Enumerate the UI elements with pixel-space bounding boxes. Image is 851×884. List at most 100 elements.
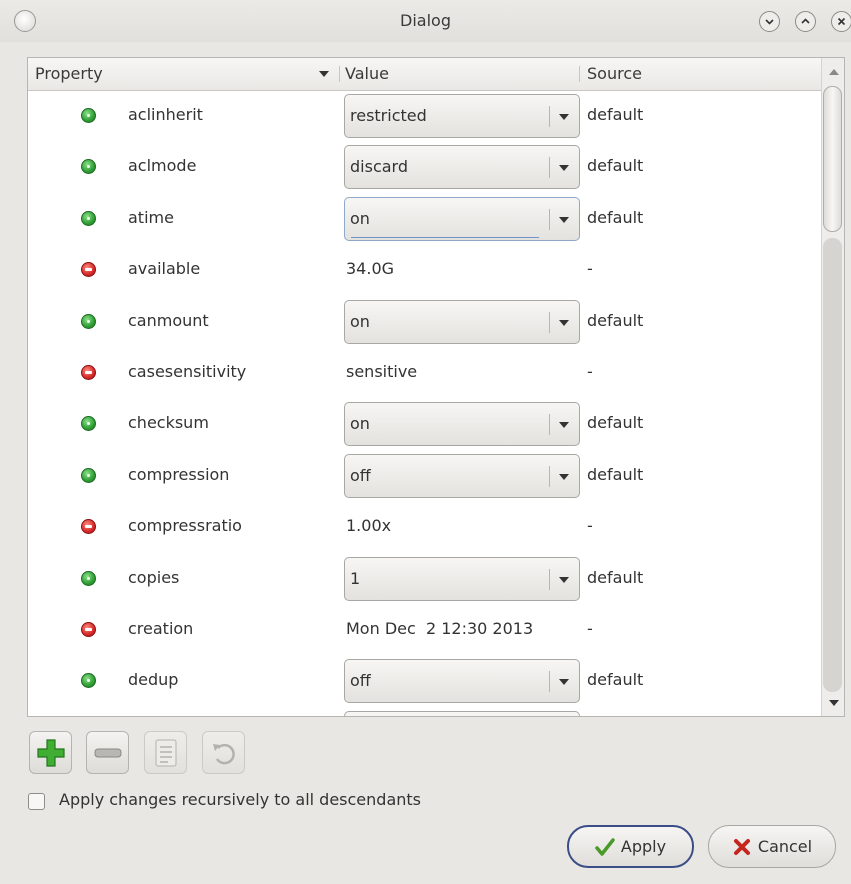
- property-name: casesensitivity: [128, 362, 247, 381]
- table-body: aclinherit restricted default aclmode discar…: [28, 90, 821, 716]
- dropdown-value: on: [350, 414, 370, 434]
- property-value-dropdown[interactable]: restricted: [344, 94, 580, 138]
- cancel-x-icon: [733, 838, 750, 855]
- checkmark-icon: [595, 837, 615, 856]
- property-source: default: [587, 413, 644, 433]
- property-name: compressratio: [128, 516, 242, 536]
- table-row[interactable]: canmount on default: [28, 296, 821, 347]
- editable-status-icon: [81, 467, 96, 483]
- column-header-value[interactable]: Value: [345, 64, 389, 83]
- dropdown-arrow-icon: [559, 576, 569, 583]
- property-value-dropdown[interactable]: 1: [344, 556, 580, 601]
- table-header: Property Value Source: [28, 58, 821, 91]
- window-title: Dialog: [400, 11, 451, 30]
- properties-table: Property Value Source aclinherit restrict…: [27, 57, 845, 717]
- property-source: default: [587, 310, 644, 330]
- readonly-status-icon: [81, 622, 96, 637]
- readonly-status-icon: [81, 519, 96, 535]
- dropdown-value: discard: [350, 157, 408, 177]
- sort-down-icon: [319, 71, 329, 77]
- table-row[interactable]: compressratio 1.00x -: [28, 501, 821, 552]
- dropdown-value: 1: [350, 568, 361, 588]
- property-value-dropdown[interactable]: off: [344, 453, 580, 498]
- property-source: default: [587, 207, 644, 227]
- property-source: default: [587, 567, 644, 587]
- table-row[interactable]: aclmode discard default: [28, 141, 821, 192]
- dropdown-arrow-icon: [559, 165, 569, 172]
- property-name: checksum: [128, 413, 209, 433]
- scroll-thumb[interactable]: [823, 86, 842, 232]
- table-row[interactable]: casesensitivity sensitive -: [28, 347, 821, 398]
- readonly-status-icon: [81, 365, 96, 380]
- maximize-button[interactable]: [795, 11, 816, 32]
- property-name: aclmode: [128, 156, 197, 176]
- undo-button[interactable]: [202, 731, 245, 774]
- property-value: 34.0G: [346, 259, 395, 279]
- dropdown-value: on: [350, 311, 370, 331]
- minus-icon: [94, 748, 121, 757]
- property-value: sensitive: [346, 362, 418, 381]
- editable-status-icon: [81, 210, 96, 226]
- dropdown-arrow-icon: [559, 114, 569, 120]
- table-row[interactable]: dedup off default: [28, 655, 821, 706]
- property-value-dropdown[interactable]: on: [344, 196, 580, 241]
- property-value: Mon Dec 2 12:30 2013: [346, 619, 534, 638]
- property-name: atime: [128, 207, 174, 227]
- editable-status-icon: [81, 108, 96, 123]
- table-row[interactable]: atime on default: [28, 193, 821, 244]
- chevron-up-icon: [801, 18, 810, 24]
- dropdown-value: restricted: [350, 106, 427, 125]
- property-name: available: [128, 259, 201, 279]
- recursive-checkbox[interactable]: [28, 793, 45, 810]
- property-name: copies: [128, 567, 180, 587]
- property-value: 1.00x: [346, 516, 392, 536]
- title-bar: Dialog: [0, 0, 851, 42]
- property-value-dropdown[interactable]: on: [344, 299, 580, 344]
- property-source: -: [587, 362, 593, 381]
- property-value-dropdown[interactable]: [344, 710, 580, 716]
- minimize-button[interactable]: [759, 11, 780, 32]
- dropdown-arrow-icon: [559, 473, 569, 480]
- readonly-status-icon: [81, 262, 96, 278]
- table-row[interactable]: [28, 707, 821, 716]
- editable-status-icon: [81, 313, 96, 329]
- scroll-up-icon[interactable]: [829, 69, 839, 75]
- property-value-dropdown[interactable]: discard: [344, 145, 580, 190]
- table-row[interactable]: available 34.0G -: [28, 244, 821, 295]
- edit-list-button[interactable]: [144, 731, 187, 774]
- property-source: default: [587, 464, 644, 484]
- vertical-scrollbar[interactable]: [821, 58, 844, 716]
- column-header-property[interactable]: Property: [35, 64, 103, 83]
- apply-button-label: Apply: [620, 837, 667, 856]
- dropdown-value: off: [350, 671, 371, 691]
- property-name: creation: [128, 619, 194, 638]
- close-button[interactable]: [831, 11, 851, 32]
- property-source: -: [587, 516, 593, 536]
- dropdown-value: on: [350, 208, 370, 228]
- list-icon: [155, 739, 176, 766]
- property-name: canmount: [128, 310, 209, 330]
- table-row[interactable]: checksum on default: [28, 398, 821, 449]
- table-row[interactable]: compression off default: [28, 450, 821, 501]
- scroll-track[interactable]: [823, 238, 842, 692]
- table-row[interactable]: creation Mon Dec 2 12:30 2013 -: [28, 604, 821, 655]
- property-value-dropdown[interactable]: on: [344, 402, 580, 447]
- property-name: aclinherit: [128, 105, 203, 124]
- recursive-checkbox-label[interactable]: Apply changes recursively to all descend…: [59, 790, 421, 809]
- add-property-button[interactable]: [29, 731, 72, 774]
- close-icon: [837, 17, 846, 26]
- property-source: default: [587, 105, 644, 124]
- dropdown-arrow-icon: [559, 422, 569, 429]
- apply-button[interactable]: Apply: [567, 825, 694, 868]
- dropdown-value: off: [350, 465, 371, 485]
- table-row[interactable]: copies 1 default: [28, 553, 821, 604]
- cancel-button[interactable]: Cancel: [708, 825, 836, 868]
- property-value-dropdown[interactable]: off: [344, 659, 580, 704]
- editable-status-icon: [81, 570, 96, 586]
- dropdown-arrow-icon: [559, 319, 569, 326]
- column-header-source[interactable]: Source: [587, 64, 642, 83]
- property-source: -: [587, 259, 593, 279]
- table-row[interactable]: aclinherit restricted default: [28, 90, 821, 141]
- scroll-down-icon[interactable]: [829, 700, 839, 706]
- remove-property-button[interactable]: [86, 731, 129, 774]
